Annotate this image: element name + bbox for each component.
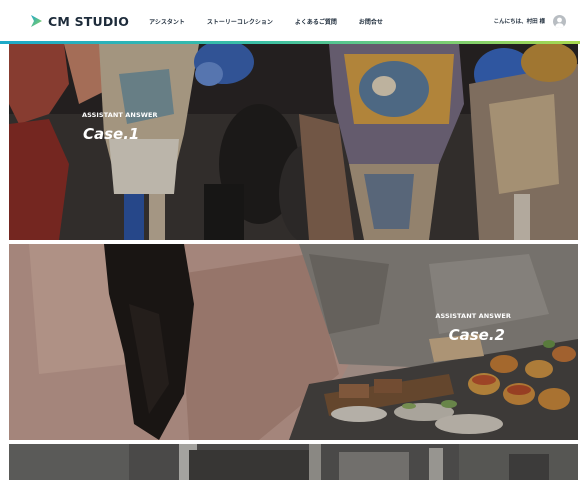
site-header: CM STUDIO アシスタント ストーリーコレクション よくあるご質問 お問合… xyxy=(0,0,580,42)
case-card-2[interactable]: ASSISTANT ANSWER Case.2 xyxy=(9,244,578,440)
play-logo-icon xyxy=(31,15,42,27)
nav-item-assistant[interactable]: アシスタント xyxy=(149,17,185,26)
case-2-label: ASSISTANT ANSWER Case.2 xyxy=(435,312,511,344)
user-greeting: こんにちは、村田 様 xyxy=(493,19,545,25)
brand-logo[interactable]: CM STUDIO xyxy=(30,14,129,29)
user-avatar-icon[interactable] xyxy=(553,14,566,28)
user-silhouette-icon xyxy=(555,17,564,28)
nav-item-contact[interactable]: お問合せ xyxy=(359,17,383,26)
case-1-title: Case.1 xyxy=(83,125,140,143)
case-1-kicker: ASSISTANT ANSWER xyxy=(82,111,158,119)
case-3-dim-overlay xyxy=(9,444,578,480)
main-nav: アシスタント ストーリーコレクション よくあるご質問 お問合せ xyxy=(149,17,383,26)
case-2-kicker: ASSISTANT ANSWER xyxy=(435,312,511,320)
case-card-1[interactable]: ASSISTANT ANSWER Case.1 xyxy=(9,44,578,240)
brand-name: CM STUDIO xyxy=(48,13,130,29)
case-1-label: ASSISTANT ANSWER Case.1 xyxy=(82,111,158,143)
page: CM STUDIO アシスタント ストーリーコレクション よくあるご質問 お問合… xyxy=(0,0,580,480)
nav-item-story-collection[interactable]: ストーリーコレクション xyxy=(207,17,273,26)
case-2-title: Case.2 xyxy=(448,326,505,344)
case-card-3[interactable] xyxy=(9,444,578,480)
nav-item-faq[interactable]: よくあるご質問 xyxy=(295,17,337,26)
